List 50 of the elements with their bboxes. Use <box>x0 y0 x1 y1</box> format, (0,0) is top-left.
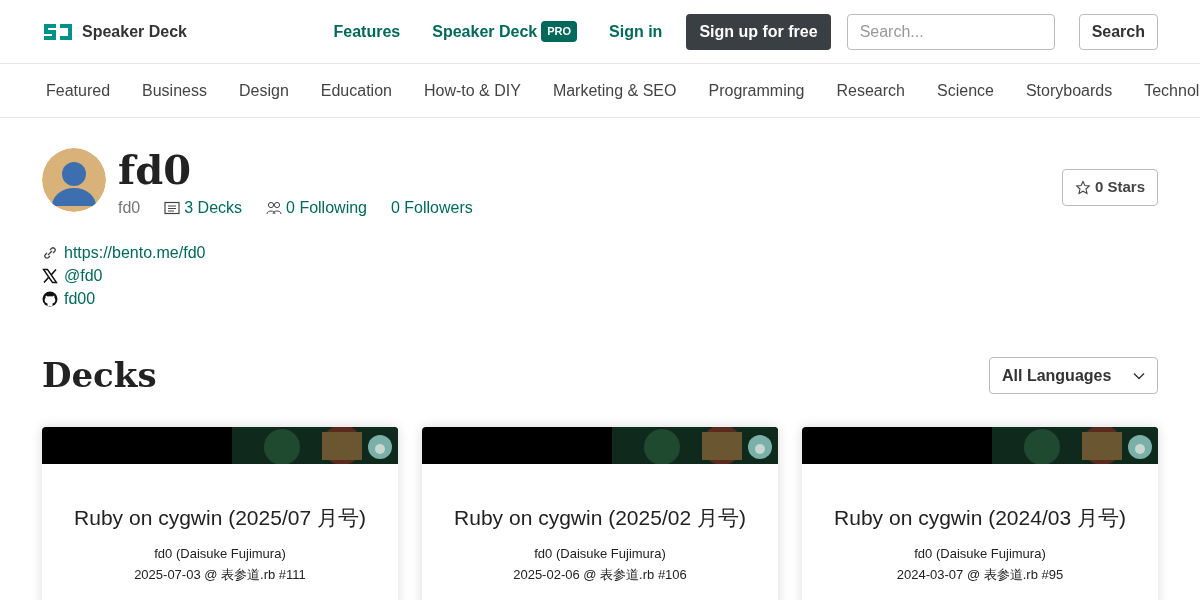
section-heading: Decks <box>42 354 157 397</box>
category-link[interactable]: Design <box>238 78 289 103</box>
category-link[interactable]: Marketing & SEO <box>552 78 677 103</box>
profile-link[interactable]: https://bento.me/fd0 <box>64 241 206 265</box>
slide-title: Ruby on cygwin (2025/02 月号) <box>454 505 746 531</box>
slide-event: 2024-03-07 @ 表参道.rb #95 <box>896 566 1064 584</box>
following-link[interactable]: 0 Following <box>286 196 367 220</box>
slide-title: Ruby on cygwin (2024/03 月号) <box>834 505 1126 531</box>
link-icon <box>42 245 58 261</box>
slide-author: fd0 (Daisuke Fujimura) <box>534 544 666 563</box>
category-link[interactable]: Storyboards <box>1025 78 1113 103</box>
profile-link[interactable]: @fd0 <box>64 264 103 288</box>
stars-button[interactable]: 0 Stars <box>1061 169 1158 206</box>
star-icon <box>1074 179 1091 196</box>
nav-link[interactable]: Speaker Deck <box>432 19 538 44</box>
slide-author: fd0 (Daisuke Fujimura) <box>914 544 1046 563</box>
slide-author: fd0 (Daisuke Fujimura) <box>154 544 286 563</box>
decks-link[interactable]: 3 Decks <box>184 196 243 220</box>
list-icon <box>164 201 181 215</box>
github-icon <box>42 291 58 307</box>
x-logo-icon <box>42 268 58 284</box>
profile-link[interactable]: fd00 <box>64 287 96 311</box>
category-link[interactable]: How-to & DIY <box>423 78 521 103</box>
username: fd0 <box>118 198 141 218</box>
chevron-down-icon <box>1133 371 1145 380</box>
category-link[interactable]: Programming <box>708 78 805 103</box>
deck-card[interactable]: Ruby on cygwin (2024/03 月号) fd0 (Daisuke Fujimura) 2024-03-07 @ 表参道.rb #95 <box>802 427 1158 600</box>
deck-card[interactable]: Ruby on cygwin (2025/07 月号) fd0 (Daisuke Fujimura) 2025-07-03 @ 表参道.rb #111 <box>42 427 398 600</box>
search-button[interactable]: Search <box>1078 13 1158 50</box>
followers-link[interactable]: 0 Followers <box>391 196 473 220</box>
category-link[interactable]: Research <box>836 78 905 103</box>
signup-button[interactable]: Sign up for free <box>686 13 831 50</box>
slide-title: Ruby on cygwin (2025/07 月号) <box>74 505 366 531</box>
category-link[interactable]: Featured <box>46 78 111 103</box>
people-icon <box>266 201 283 215</box>
slide-event: 2025-07-03 @ 表参道.rb #111 <box>134 566 306 584</box>
category-link[interactable]: Science <box>937 78 994 103</box>
category-link[interactable]: Technol <box>1144 78 1200 103</box>
deck-card[interactable]: Ruby on cygwin (2025/02 月号) fd0 (Daisuke Fujimura) 2025-02-06 @ 表参道.rb #106 <box>422 427 778 600</box>
profile-name: fd0 <box>118 148 192 192</box>
search-field[interactable]: Search... <box>846 13 1055 50</box>
nav-link[interactable]: Sign in <box>609 19 663 44</box>
nav-link[interactable]: Features <box>333 19 401 44</box>
category-link[interactable]: Business <box>142 78 207 103</box>
slide-event: 2025-02-06 @ 表参道.rb #106 <box>513 566 687 584</box>
pro-badge: PRO <box>541 21 578 42</box>
category-link[interactable]: Education <box>320 78 392 103</box>
language-select[interactable]: All Languages <box>989 357 1158 394</box>
avatar <box>42 148 106 212</box>
logo-text[interactable]: Speaker Deck <box>82 19 187 44</box>
